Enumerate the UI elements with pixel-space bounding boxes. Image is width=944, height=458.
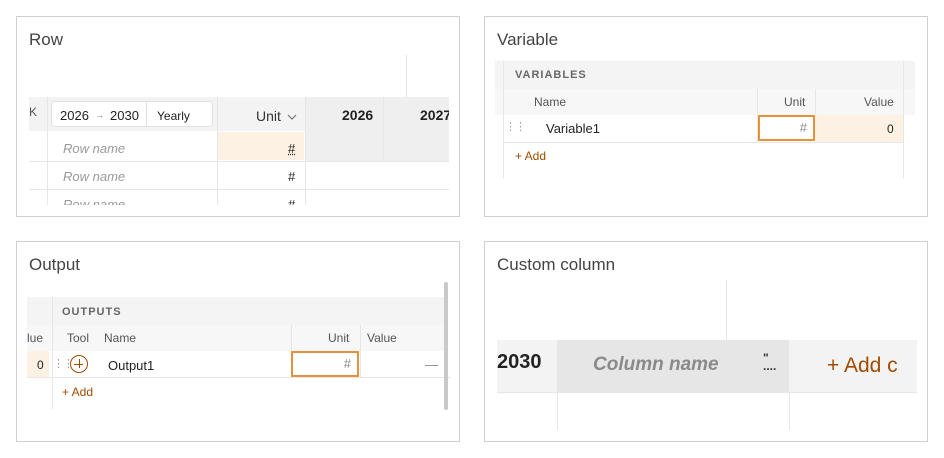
grid-divider <box>503 142 903 143</box>
grid-divider <box>383 97 384 161</box>
range-end[interactable]: 2030 <box>110 108 139 123</box>
row-unit-cell[interactable]: # <box>288 197 295 205</box>
frequency-select[interactable]: Yearly <box>157 109 190 123</box>
drag-handle-icon[interactable]: ⋮⋮ <box>505 120 526 133</box>
panel-divider <box>903 61 904 179</box>
unit-column-header[interactable]: Unit <box>256 108 297 124</box>
row-table: K 2026 → 2030 Yearly Unit 2026 2027 Row … <box>29 55 449 205</box>
variables-panel: VARIABLES Name Unit Value ⋮⋮ Variable1 #… <box>495 61 915 179</box>
row-prefix-label: K <box>29 105 38 119</box>
custom-column-name-input[interactable]: Column name ".... <box>557 340 789 392</box>
unit-placeholder: # <box>343 356 351 371</box>
grid-divider <box>789 392 790 430</box>
output-value-cell[interactable]: — <box>425 357 438 372</box>
grid-divider <box>726 280 727 340</box>
unit-header-label: Unit <box>256 108 281 124</box>
panel-left-border <box>52 297 53 409</box>
row-card: Row K 2026 → 2030 Yearly Unit 2026 2027 … <box>16 16 460 217</box>
custom-column-card: Custom column 2030 Column name ".... + A… <box>484 241 928 442</box>
column-name-placeholder: Column name <box>593 354 719 375</box>
left-value-cell[interactable]: 0 <box>37 358 44 372</box>
add-variable-button[interactable]: + Add <box>515 149 546 163</box>
format-quote-icon[interactable]: ".... <box>763 352 776 372</box>
add-output-button[interactable]: + Add <box>62 385 93 399</box>
year-header-2026: 2026 <box>342 107 374 123</box>
grid-divider <box>360 325 361 377</box>
chevron-down-icon <box>287 114 297 120</box>
unit-column-header: Unit <box>784 95 806 109</box>
variable-card-title: Variable <box>497 30 559 49</box>
vertical-scrollbar[interactable] <box>444 282 448 410</box>
add-column-button[interactable]: + Add c <box>827 354 898 378</box>
range-start[interactable]: 2026 <box>60 108 89 123</box>
row-name-input[interactable]: Row name <box>63 197 125 205</box>
year-header-2030: 2030 <box>497 351 542 373</box>
grid-divider <box>406 55 407 97</box>
grid-divider <box>29 189 449 190</box>
date-range-picker[interactable]: 2026 → 2030 Yearly <box>51 101 213 127</box>
grid-divider <box>29 161 449 162</box>
outputs-section-title: OUTPUTS <box>62 306 122 318</box>
output-card: Output OUTPUTS lue 0 Tool Name Unit Valu… <box>16 241 460 442</box>
value-column-header: Value <box>864 95 894 109</box>
variables-section-title: VARIABLES <box>515 69 587 81</box>
variable-card: Variable VARIABLES Name Unit Value ⋮⋮ Va… <box>484 16 928 217</box>
add-circle-icon[interactable] <box>70 355 88 373</box>
grid-divider <box>557 392 558 430</box>
arrow-right-icon: → <box>95 110 104 120</box>
variable-name-cell[interactable]: Variable1 <box>546 121 600 136</box>
name-column-header: Name <box>104 331 137 345</box>
custom-column-card-title: Custom column <box>497 255 616 274</box>
output-name-cell[interactable]: Output1 <box>108 358 154 373</box>
outputs-panel: OUTPUTS lue 0 Tool Name Unit Value ⋮⋮ Ou… <box>27 279 451 409</box>
variable-value-cell[interactable]: 0 <box>887 122 894 136</box>
value-column-header-partial: lue <box>27 331 44 345</box>
grid-divider <box>27 377 451 378</box>
year-header-2027: 2027 <box>420 107 449 123</box>
row-unit-cell[interactable]: # <box>288 141 295 156</box>
range-divider <box>146 102 147 126</box>
output-unit-input[interactable]: # <box>291 351 359 377</box>
row-name-input[interactable]: Row name <box>63 141 125 156</box>
unit-column-header: Unit <box>328 331 350 345</box>
name-column-header: Name <box>534 95 567 109</box>
custom-column-table: 2030 Column name ".... + Add c <box>497 280 917 430</box>
row-card-title: Row <box>29 30 64 49</box>
panel-left-border <box>503 61 504 179</box>
grid-divider <box>497 392 917 393</box>
row-name-input[interactable]: Row name <box>63 169 125 184</box>
variable-unit-input[interactable]: # <box>758 115 815 141</box>
output-card-title: Output <box>29 255 81 274</box>
value-column-header: Value <box>367 331 397 345</box>
tool-column-header: Tool <box>67 331 90 345</box>
row-unit-cell[interactable]: # <box>288 169 295 184</box>
unit-placeholder: # <box>799 120 807 135</box>
